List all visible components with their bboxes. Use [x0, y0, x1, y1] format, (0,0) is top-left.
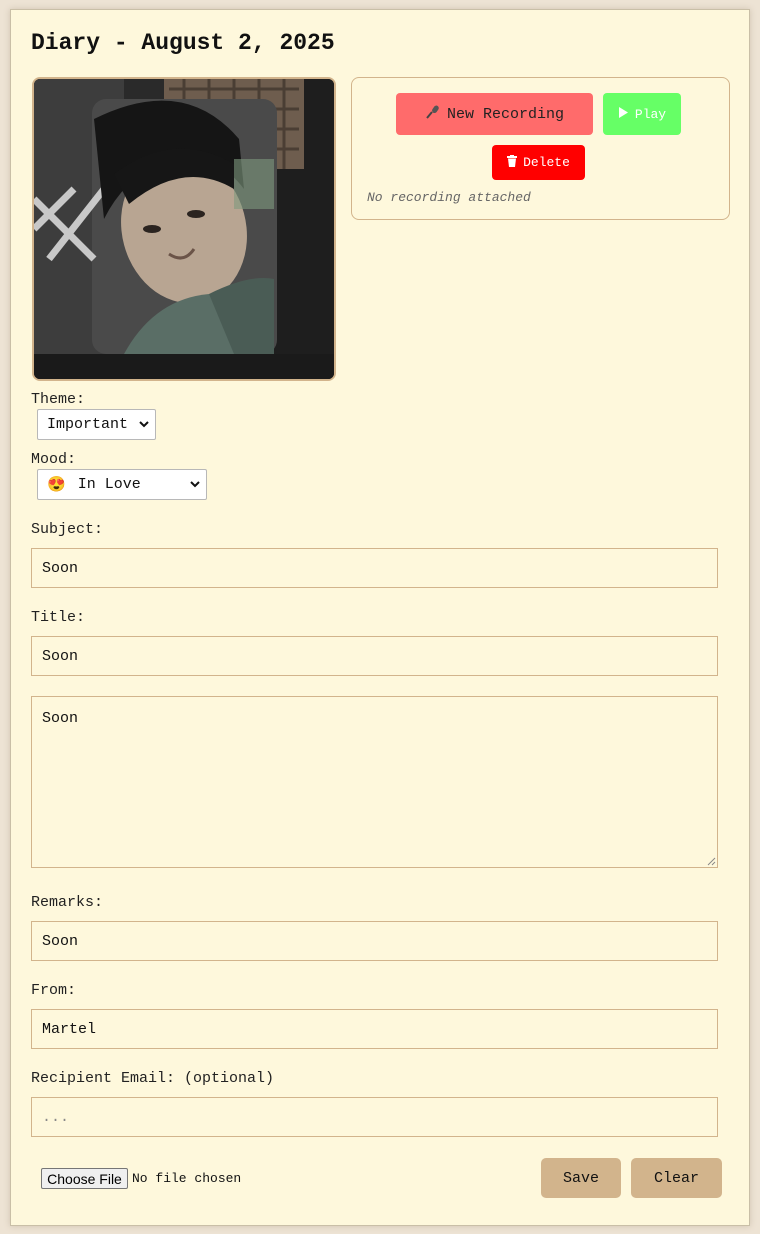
subject-input[interactable]: Soon	[31, 548, 718, 588]
body-value: Soon	[42, 710, 79, 727]
diary-card: Diary - August 2, 2025 New Recording Pla…	[10, 9, 750, 1226]
resize-grip-icon[interactable]	[706, 856, 716, 866]
theme-value: Important	[47, 416, 129, 433]
remarks-value: Soon	[42, 932, 79, 950]
email-placeholder: ...	[42, 1108, 70, 1126]
play-icon	[618, 106, 629, 122]
mood-select[interactable]: 😍 In Love	[37, 469, 207, 500]
new-recording-label: New Recording	[446, 105, 565, 123]
new-recording-button[interactable]: New Recording	[396, 93, 593, 135]
play-button[interactable]: Play	[603, 93, 681, 135]
mood-value: In Love	[77, 476, 141, 493]
subject-label: Subject:	[31, 521, 104, 538]
choose-file-button[interactable]: Choose File	[41, 1168, 128, 1189]
microphone-icon	[425, 104, 441, 125]
diary-body-textarea[interactable]: Soon	[31, 696, 718, 868]
save-button[interactable]: Save	[541, 1158, 621, 1198]
remarks-label: Remarks:	[31, 894, 104, 911]
trash-icon	[507, 154, 518, 171]
title-label: Title:	[31, 609, 86, 626]
title-input[interactable]: Soon	[31, 636, 718, 676]
from-label: From:	[31, 982, 77, 999]
recipient-email-input[interactable]: ...	[31, 1097, 718, 1137]
mood-emoji: 😍	[47, 477, 66, 494]
page-title: Diary - August 2, 2025	[31, 30, 335, 56]
remarks-input[interactable]: Soon	[31, 921, 718, 961]
voice-recorder-panel: New Recording Play Delete No recording a…	[351, 77, 730, 220]
chevron-down-icon	[190, 481, 200, 488]
delete-recording-button[interactable]: Delete	[492, 145, 585, 180]
play-label: Play	[634, 106, 667, 122]
mood-label: Mood:	[31, 451, 77, 468]
theme-select[interactable]: Important	[37, 409, 156, 440]
chevron-down-icon	[139, 421, 149, 428]
theme-label: Theme:	[31, 391, 86, 408]
diary-photo	[32, 77, 336, 381]
file-status: No file chosen	[132, 1171, 242, 1186]
subject-value: Soon	[42, 559, 79, 577]
from-input[interactable]: Martel	[31, 1009, 718, 1049]
email-label: Recipient Email: (optional)	[31, 1070, 275, 1087]
clear-button[interactable]: Clear	[631, 1158, 722, 1198]
title-value: Soon	[42, 647, 79, 665]
from-value: Martel	[42, 1020, 97, 1038]
recording-status: No recording attached	[367, 190, 531, 205]
delete-label: Delete	[523, 155, 570, 170]
